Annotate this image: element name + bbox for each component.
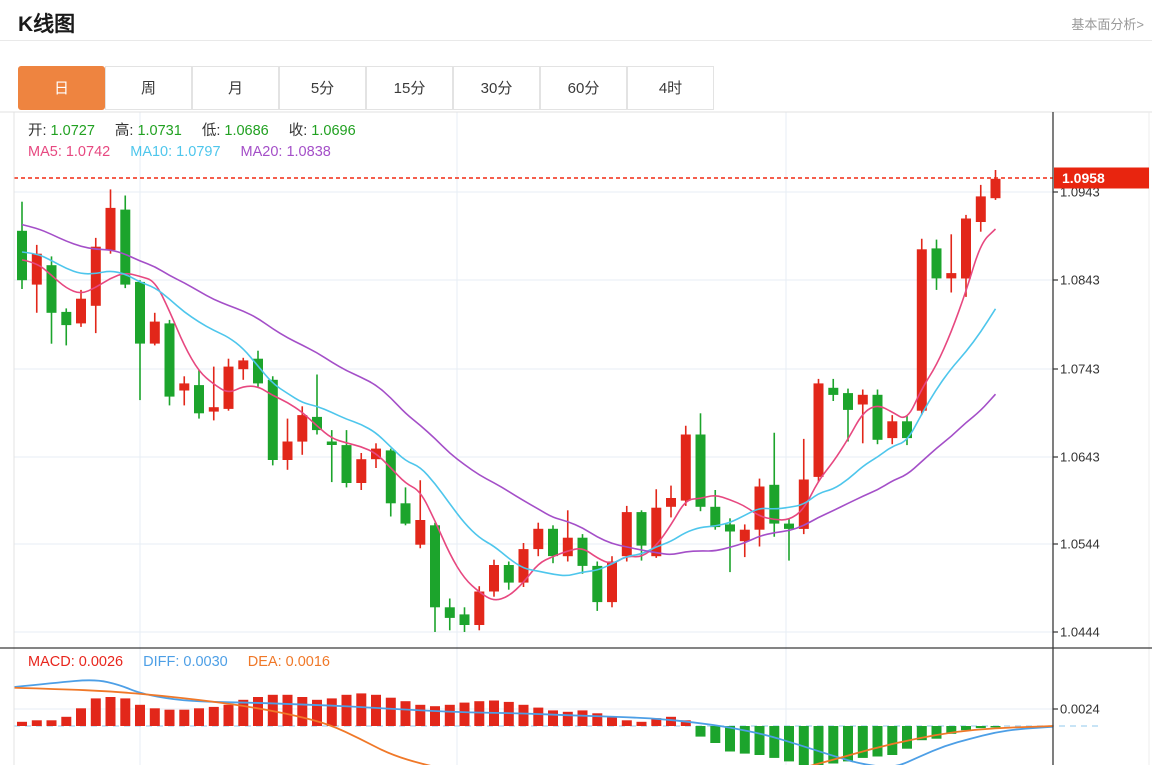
svg-text:1.0743: 1.0743	[1060, 362, 1100, 377]
svg-text:1.0643: 1.0643	[1060, 450, 1100, 465]
ma20-value: 1.0838	[286, 144, 331, 160]
high-label: 高:	[114, 123, 134, 139]
ohlc-legend: 开: 1.0727 高: 1.0731 低: 1.0686 收: 1.0696	[28, 119, 360, 140]
ma10-label: MA10:	[130, 144, 173, 160]
svg-text:1.0444: 1.0444	[1060, 625, 1100, 640]
kline-widget: K线图 基本面分析> 日 周 月 5分 15分 30分 60分 4时 1.094…	[0, 0, 1152, 765]
macd-value: 0.0026	[78, 654, 124, 670]
svg-text:1.0958: 1.0958	[1062, 170, 1105, 186]
macd-legend: MACD: 0.0026 DIFF: 0.0030 DEA: 0.0016	[28, 654, 334, 670]
macd-label: MACD:	[28, 654, 75, 670]
diff-value: 0.0030	[183, 654, 228, 670]
ma5-label: MA5:	[28, 144, 62, 160]
ma5-value: 1.0742	[65, 144, 111, 160]
ma20-label: MA20:	[240, 144, 283, 160]
svg-text:0.0024: 0.0024	[1060, 702, 1100, 717]
open-value: 1.0727	[50, 123, 95, 139]
kline-chart-canvas[interactable]: 1.09431.08431.07431.06431.05441.04440.00…	[0, 0, 1152, 765]
open-label: 开:	[28, 123, 47, 139]
dea-label: DEA:	[247, 654, 282, 670]
ma-legend: MA5: 1.0742 MA10: 1.0797 MA20: 1.0838	[28, 144, 335, 160]
tab-day[interactable]: 日	[18, 66, 105, 110]
close-label: 收:	[288, 123, 308, 139]
svg-text:1.0544: 1.0544	[1060, 537, 1100, 552]
diff-label: DIFF:	[143, 654, 180, 670]
low-label: 低:	[201, 123, 221, 139]
ma10-value: 1.0797	[176, 144, 221, 160]
dea-value: 0.0016	[285, 654, 330, 670]
high-value: 1.0731	[137, 123, 182, 139]
close-value: 1.0696	[311, 123, 356, 139]
svg-text:1.0843: 1.0843	[1060, 273, 1100, 288]
low-value: 1.0686	[224, 123, 269, 139]
